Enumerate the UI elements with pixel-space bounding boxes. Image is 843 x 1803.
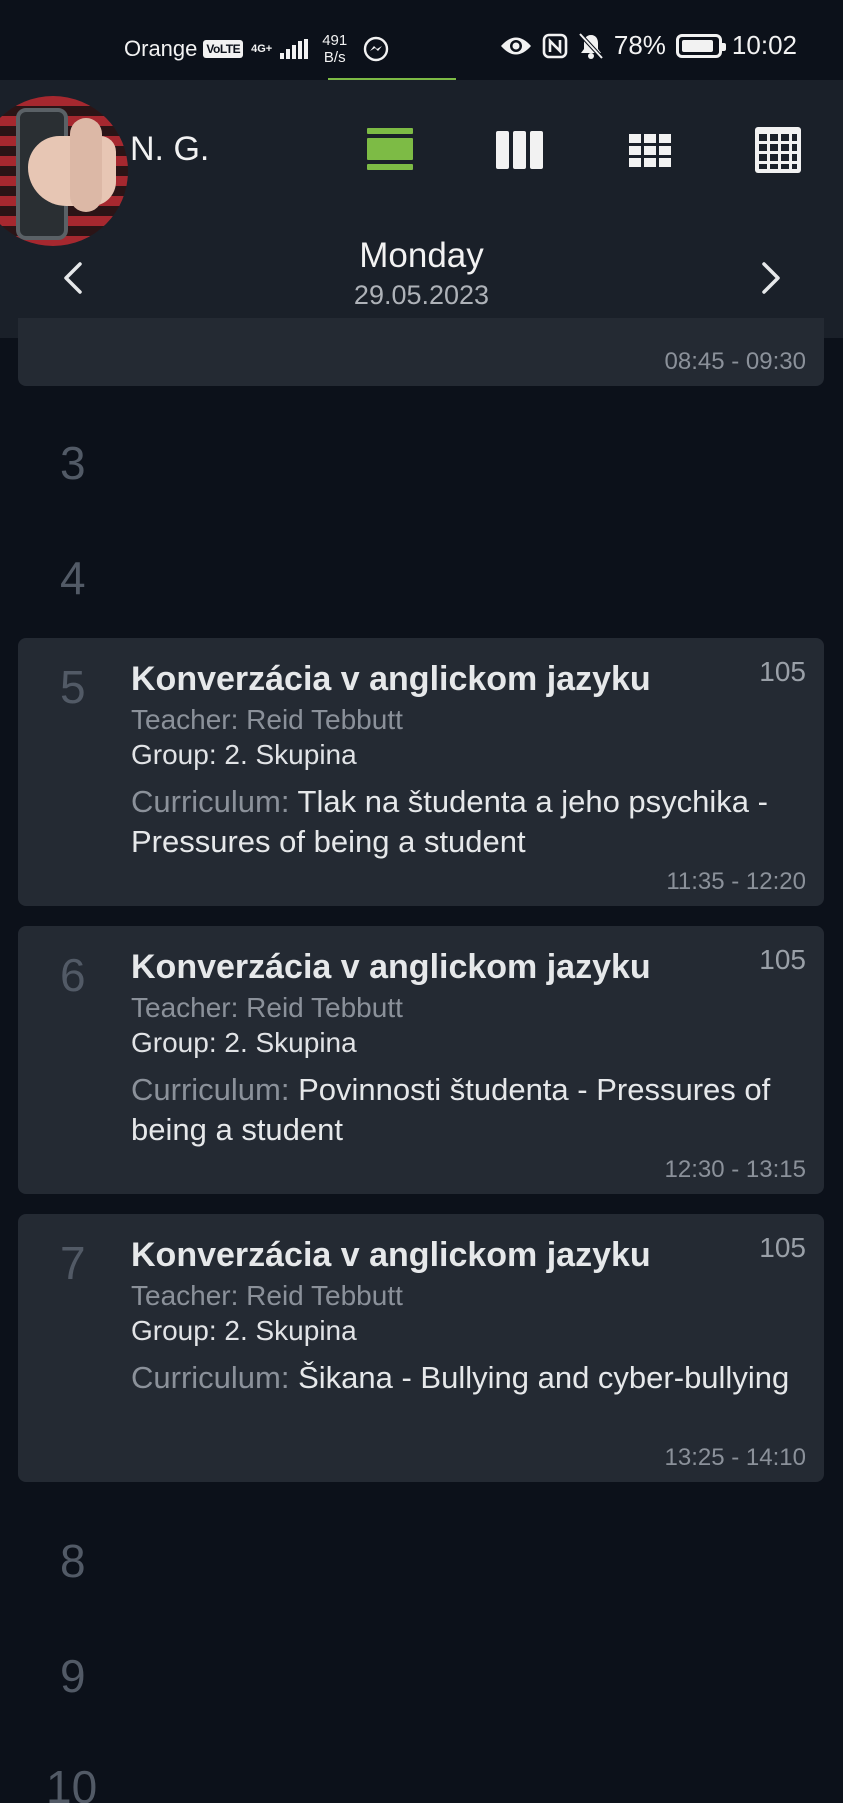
messenger-icon — [364, 36, 389, 62]
curriculum-label: Curriculum: — [131, 1072, 290, 1107]
lesson-title: Konverzácia v anglickom jazyku — [131, 948, 651, 986]
status-right: 78% 10:02 — [500, 30, 797, 61]
day-view-icon — [367, 128, 413, 170]
room-number: 105 — [759, 1232, 806, 1263]
lesson-card[interactable]: 5 Konverzácia v anglickom jazyku 105 Tea… — [18, 638, 824, 906]
lesson-time: 08:45 - 09:30 — [664, 348, 806, 375]
clock: 10:02 — [731, 30, 797, 60]
battery-icon — [675, 33, 726, 58]
eye-icon — [500, 37, 531, 54]
network-speed: 491 B/s — [322, 32, 347, 66]
room-number: 105 — [759, 944, 806, 975]
battery-percent: 78% — [613, 30, 666, 60]
lesson-curriculum: Curriculum: Šikana - Bullying and cyber-… — [131, 1358, 811, 1398]
curriculum-text: Šikana - Bullying and cyber-bullying — [298, 1360, 790, 1395]
chevron-right-icon — [762, 262, 780, 294]
lesson-card-partial[interactable]: 08:45 - 09:30 — [18, 318, 824, 386]
lesson-teacher: Teacher: Reid Tebbutt — [131, 704, 403, 735]
lesson-curriculum: Curriculum: Tlak na študenta a jeho psyc… — [131, 782, 811, 862]
calendar-grid-icon — [755, 127, 801, 173]
empty-slot-number: 4 — [60, 552, 86, 604]
lesson-time: 13:25 - 14:10 — [664, 1444, 806, 1471]
lesson-teacher: Teacher: Reid Tebbutt — [131, 992, 403, 1023]
lesson-title: Konverzácia v anglickom jazyku — [131, 660, 651, 698]
lesson-number: 5 — [60, 661, 86, 713]
signal-icon — [280, 39, 309, 59]
app-root: Orange VoLTE 4G+ 491 B/s 78% 10:02 N. G.… — [0, 0, 843, 1803]
empty-slot-number: 8 — [60, 1535, 86, 1587]
nfc-icon — [542, 33, 568, 58]
lesson-time: 12:30 - 13:15 — [664, 1156, 806, 1183]
month-view-button[interactable] — [748, 120, 808, 180]
day-name: Monday — [359, 236, 484, 275]
lesson-group: Group: 2. Skupina — [131, 1315, 357, 1346]
empty-slot-number: 3 — [60, 437, 86, 489]
empty-slot-number: 9 — [60, 1650, 86, 1702]
user-name: N. G. — [130, 130, 210, 168]
lesson-card[interactable]: 6 Konverzácia v anglickom jazyku 105 Tea… — [18, 926, 824, 1194]
avatar-finger — [70, 118, 102, 212]
lesson-card[interactable]: 7 Konverzácia v anglickom jazyku 105 Tea… — [18, 1214, 824, 1482]
empty-slot-number: 10 — [46, 1761, 98, 1803]
curriculum-label: Curriculum: — [131, 784, 290, 819]
mute-bell-icon — [578, 32, 604, 59]
lesson-time: 11:35 - 12:20 — [666, 868, 806, 895]
week-view-button[interactable] — [620, 120, 680, 180]
status-left: Orange VoLTE 4G+ 491 B/s — [124, 32, 389, 66]
curriculum-label: Curriculum: — [131, 1360, 290, 1395]
lesson-teacher: Teacher: Reid Tebbutt — [131, 1280, 403, 1311]
grid-icon — [629, 134, 671, 167]
volte-icon: VoLTE — [203, 40, 244, 58]
date: 29.05.2023 — [353, 280, 490, 310]
carrier-name: Orange — [124, 36, 198, 61]
speed-value: 491 — [322, 32, 348, 49]
lesson-curriculum: Curriculum: Povinnosti študenta - Pressu… — [131, 1070, 811, 1150]
room-number: 105 — [759, 656, 806, 687]
lesson-number: 6 — [60, 949, 86, 1001]
lesson-group: Group: 2. Skupina — [131, 1027, 357, 1058]
next-day-button[interactable] — [750, 258, 790, 298]
day-view-button[interactable] — [360, 120, 420, 180]
columns-icon — [496, 131, 543, 169]
lesson-title: Konverzácia v anglickom jazyku — [131, 1236, 651, 1274]
lesson-number: 7 — [60, 1237, 86, 1289]
network-type: 4G+ — [251, 42, 273, 55]
lesson-group: Group: 2. Skupina — [131, 739, 357, 770]
three-day-view-button[interactable] — [489, 120, 549, 180]
speed-unit: B/s — [323, 49, 346, 66]
status-bar: Orange VoLTE 4G+ 491 B/s 78% 10:02 — [0, 0, 843, 83]
